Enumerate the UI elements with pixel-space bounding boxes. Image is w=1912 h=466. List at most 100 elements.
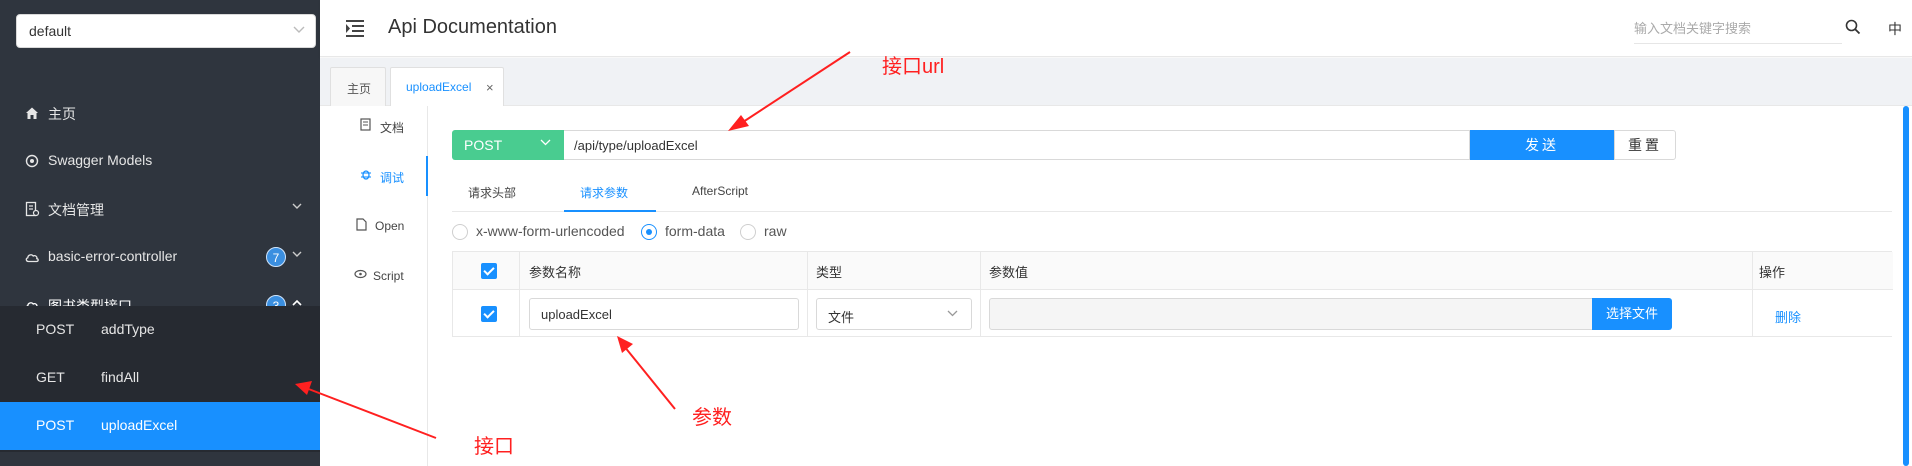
param-name-value: uploadExcel bbox=[541, 307, 612, 322]
sidebar-item-label: 文档管理 bbox=[48, 202, 104, 218]
column-divider bbox=[1752, 252, 1753, 336]
code-icon bbox=[354, 269, 367, 279]
param-name-input[interactable]: uploadExcel bbox=[529, 298, 799, 330]
document-manage-icon bbox=[25, 201, 40, 217]
annotation-url: 接口url bbox=[882, 56, 945, 78]
tab-label: uploadExcel bbox=[406, 80, 472, 94]
api-path: addType bbox=[101, 321, 155, 337]
chevron-down-icon bbox=[540, 139, 551, 146]
app-title: Api Documentation bbox=[388, 16, 557, 38]
method-value: POST bbox=[464, 137, 503, 153]
sidebar-item-swagger-models[interactable]: Swagger Models bbox=[0, 137, 320, 185]
models-icon bbox=[25, 154, 39, 168]
param-type-value: 文件 bbox=[828, 310, 855, 325]
chevron-down-icon bbox=[292, 203, 302, 209]
sidebar-item-basic-error-controller[interactable]: basic-error-controller 7 bbox=[0, 233, 320, 281]
send-button[interactable]: 发送 bbox=[1470, 130, 1614, 160]
tab-request-headers[interactable]: 请求头部 bbox=[468, 184, 516, 201]
sidebar-submenu: POST addType GET findAll POST uploadExce… bbox=[0, 306, 320, 452]
side-tab-open[interactable]: Open bbox=[320, 206, 428, 246]
column-divider bbox=[980, 252, 981, 336]
side-tab-label: 文档 bbox=[380, 121, 405, 135]
tab-after-script[interactable]: AfterScript bbox=[692, 184, 748, 198]
radio-label: raw bbox=[764, 223, 787, 239]
api-method: POST bbox=[36, 321, 75, 337]
api-item-find-all[interactable]: GET findAll bbox=[0, 354, 320, 402]
cloud-icon bbox=[25, 254, 39, 263]
document-icon bbox=[360, 118, 371, 131]
tabs-bar: 主页 uploadExcel × bbox=[320, 58, 1912, 106]
chevron-down-icon bbox=[292, 251, 302, 257]
sidebar-item-label: 主页 bbox=[48, 106, 76, 122]
menu-fold-icon[interactable] bbox=[345, 19, 365, 37]
radio-label: x-www-form-urlencoded bbox=[476, 223, 625, 239]
column-header: 参数名称 bbox=[529, 265, 582, 280]
home-icon bbox=[26, 107, 38, 119]
column-header: 类型 bbox=[816, 265, 843, 280]
chevron-down-icon bbox=[947, 310, 958, 317]
request-sub-tabs: 请求头部 请求参数 AfterScript bbox=[452, 178, 1892, 212]
radio-circle bbox=[452, 224, 468, 240]
side-tab-label: Open bbox=[375, 219, 405, 233]
close-icon[interactable]: × bbox=[486, 80, 494, 95]
active-tab-underline bbox=[564, 210, 656, 212]
tab-home[interactable]: 主页 bbox=[330, 67, 386, 106]
param-value-file-input[interactable] bbox=[989, 298, 1596, 330]
tab-label: 主页 bbox=[347, 82, 372, 96]
side-tab-label: Script bbox=[373, 269, 404, 283]
column-header: 操作 bbox=[1759, 265, 1786, 280]
sidebar-item-home[interactable]: 主页 bbox=[0, 89, 320, 137]
file-icon bbox=[356, 218, 367, 231]
radio-label: form-data bbox=[665, 223, 725, 239]
group-select-value: default bbox=[29, 23, 72, 39]
annotation-api: 接口 bbox=[474, 436, 514, 458]
api-method: POST bbox=[36, 417, 75, 433]
sidebar: default 主页 Swagger Models 文档管理 basic-err… bbox=[0, 0, 320, 466]
chevron-up-icon bbox=[292, 299, 302, 306]
api-method: GET bbox=[36, 369, 65, 385]
bug-icon bbox=[361, 170, 371, 180]
method-select[interactable]: POST bbox=[452, 130, 564, 160]
reset-button[interactable]: 重置 bbox=[1614, 130, 1676, 160]
choose-file-button[interactable]: 选择文件 bbox=[1592, 298, 1672, 330]
url-input[interactable]: /api/type/uploadExcel bbox=[564, 130, 1470, 160]
search-input[interactable] bbox=[1634, 14, 1834, 42]
api-item-add-type[interactable]: POST addType bbox=[0, 306, 320, 354]
column-divider bbox=[807, 252, 808, 336]
chevron-down-icon bbox=[293, 26, 305, 33]
side-tab-script[interactable]: Script bbox=[320, 256, 428, 296]
scrollbar[interactable] bbox=[1903, 106, 1909, 466]
radio-circle bbox=[641, 224, 657, 240]
column-divider bbox=[519, 252, 520, 336]
count-badge: 7 bbox=[266, 247, 286, 267]
api-path: findAll bbox=[101, 369, 140, 385]
api-item-upload-excel[interactable]: POST uploadExcel bbox=[0, 402, 320, 450]
side-tab-debug[interactable]: 调试 bbox=[320, 156, 428, 196]
tab-upload-excel[interactable]: uploadExcel × bbox=[390, 67, 504, 106]
delete-link[interactable]: 删除 bbox=[1775, 307, 1801, 326]
tab-request-params[interactable]: 请求参数 bbox=[580, 184, 628, 201]
sidebar-item-document-manage[interactable]: 文档管理 bbox=[0, 185, 320, 233]
params-table: 参数名称 类型 参数值 操作 uploadExcel 文件 选择文件 删除 bbox=[452, 251, 1893, 337]
annotation-param: 参数 bbox=[692, 407, 732, 429]
search-icon[interactable] bbox=[1845, 19, 1861, 35]
sidebar-item-label: Swagger Models bbox=[48, 152, 153, 168]
group-select[interactable]: default bbox=[16, 14, 316, 48]
radio-circle bbox=[740, 224, 756, 240]
column-header: 参数值 bbox=[989, 265, 1029, 280]
sidebar-item-label: basic-error-controller bbox=[48, 248, 178, 264]
arrow-to-param bbox=[617, 336, 676, 410]
api-path: uploadExcel bbox=[101, 417, 178, 433]
top-header: Api Documentation 中 bbox=[320, 0, 1912, 57]
row-checkbox[interactable] bbox=[481, 306, 497, 322]
side-tab-doc[interactable]: 文档 bbox=[320, 106, 428, 146]
search-box bbox=[1634, 14, 1842, 44]
select-all-checkbox[interactable] bbox=[481, 263, 497, 279]
table-header: 参数名称 类型 参数值 操作 bbox=[453, 252, 1893, 290]
side-tabs: 文档 调试 Open Script bbox=[320, 106, 428, 466]
language-switch[interactable]: 中 bbox=[1888, 19, 1902, 39]
request-bar: POST /api/type/uploadExcel 发送 重置 bbox=[452, 130, 1676, 160]
url-value: /api/type/uploadExcel bbox=[574, 138, 698, 153]
param-type-select[interactable]: 文件 bbox=[816, 298, 972, 330]
side-tab-label: 调试 bbox=[380, 171, 405, 185]
